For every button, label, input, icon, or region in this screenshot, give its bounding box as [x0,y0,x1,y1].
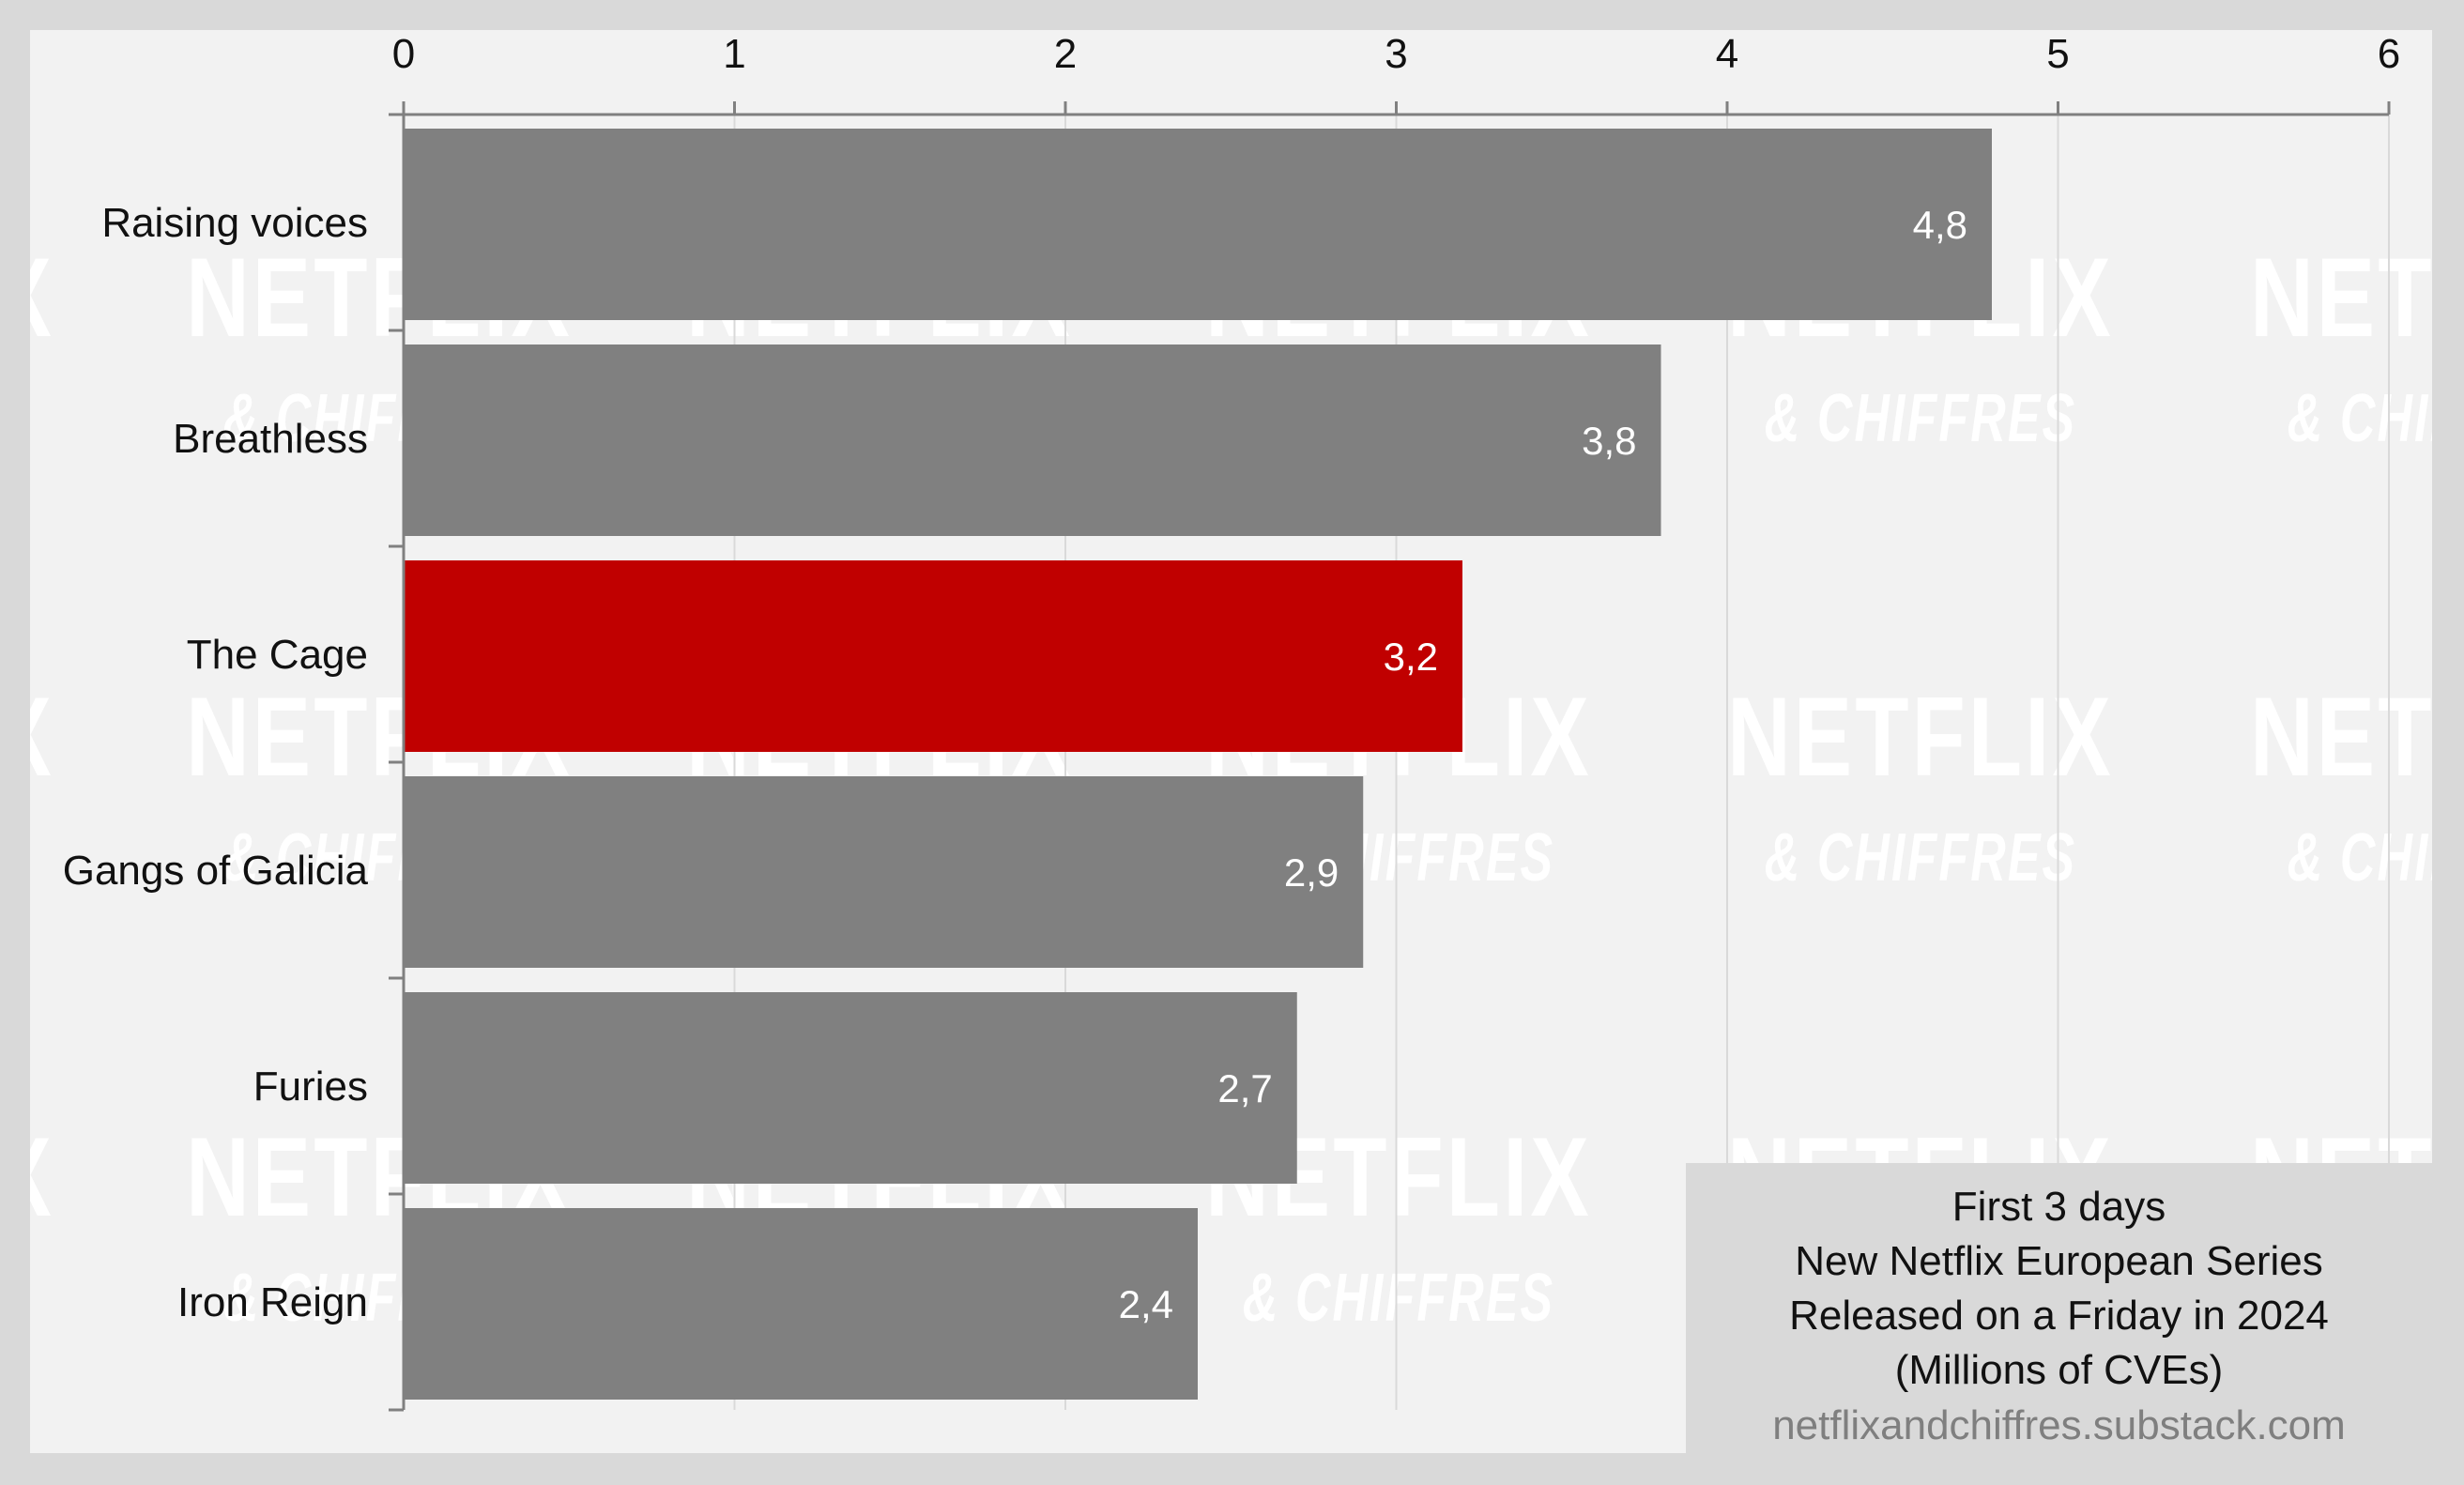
value-label: 3,8 [1582,419,1636,463]
watermark-chiffres-text: & CHIFFRES [2288,820,2432,896]
watermark-netflix-text: NETFLIX [2250,674,2432,800]
watermark-logo: NETFLIX& CHIFFRES [30,235,54,360]
category-label: Iron Reign [177,1279,368,1325]
bar [404,992,1297,1184]
watermark-logo: NETFLIX & CHIFFRES [2250,674,2432,896]
legend-subtitle-3: (Millions of CVEs) [1894,1347,2224,1393]
watermark-netflix-text: NETFLIX [1727,674,2114,800]
watermark-chiffres-text: & CHIFFRES [1243,1261,1555,1336]
watermark-netflix-text: NETFLIX [30,1114,54,1240]
legend-box: First 3 days New Netflix European Series… [1686,1163,2432,1453]
watermark-chiffres-text: & CHIFFRES [2288,381,2432,456]
x-tick-label: 5 [2046,31,2069,77]
bar [404,129,1992,320]
value-label: 2,7 [1217,1066,1272,1110]
watermark-chiffres-text: & CHIFFRES [1765,381,2077,456]
source-credit: netflixandchiffres.substack.com [1772,1402,2346,1448]
watermark-chiffres-text: & CHIFFRES [1765,820,2077,896]
category-label: Breathless [173,416,368,462]
x-tick-label: 2 [1054,31,1077,77]
category-label: Raising voices [101,200,368,246]
watermark-netflix-text: NETFLIX [30,674,54,800]
watermark-logo: NETFLIX& CHIFFRES [30,674,54,800]
bar [404,776,1364,968]
value-label: 3,2 [1384,635,1438,679]
category-label: The Cage [187,632,368,678]
bar [404,344,1661,536]
x-tick-labels: 0 1 2 3 4 5 6 [392,31,2400,77]
category-label: Gangs of Galicia [63,848,369,894]
watermark-netflix-text: NETFLIX [30,235,54,360]
legend-subtitle-2: Released on a Friday in 2024 [1789,1293,2329,1339]
value-label: 2,4 [1119,1282,1173,1326]
x-tick-label: 1 [723,31,745,77]
legend-title: First 3 days [1951,1184,2166,1230]
x-tick-label: 4 [1716,31,1738,77]
bar-highlight [404,560,1462,752]
bar [404,1208,1198,1400]
watermark-netflix-text: NETFLIX [2250,235,2432,360]
watermark-logo: NETFLIX & CHIFFRES [2250,235,2432,456]
value-label: 2,9 [1284,850,1339,895]
category-label: Furies [253,1064,368,1110]
value-label: 4,8 [1913,203,1967,247]
x-tick-label: 6 [2378,31,2400,77]
x-tick-label: 3 [1385,31,1407,77]
x-tick-label: 0 [392,31,415,77]
watermark-logo: NETFLIX& CHIFFRES [30,1114,54,1240]
watermark-logo: NETFLIX & CHIFFRES [1727,674,2114,896]
chart-panel: NETFLIX & CHIFFRES NETFLIX & CHIFFRES NETFLI… [30,30,2432,1453]
legend-subtitle-1: New Netflix European Series [1795,1238,2323,1284]
